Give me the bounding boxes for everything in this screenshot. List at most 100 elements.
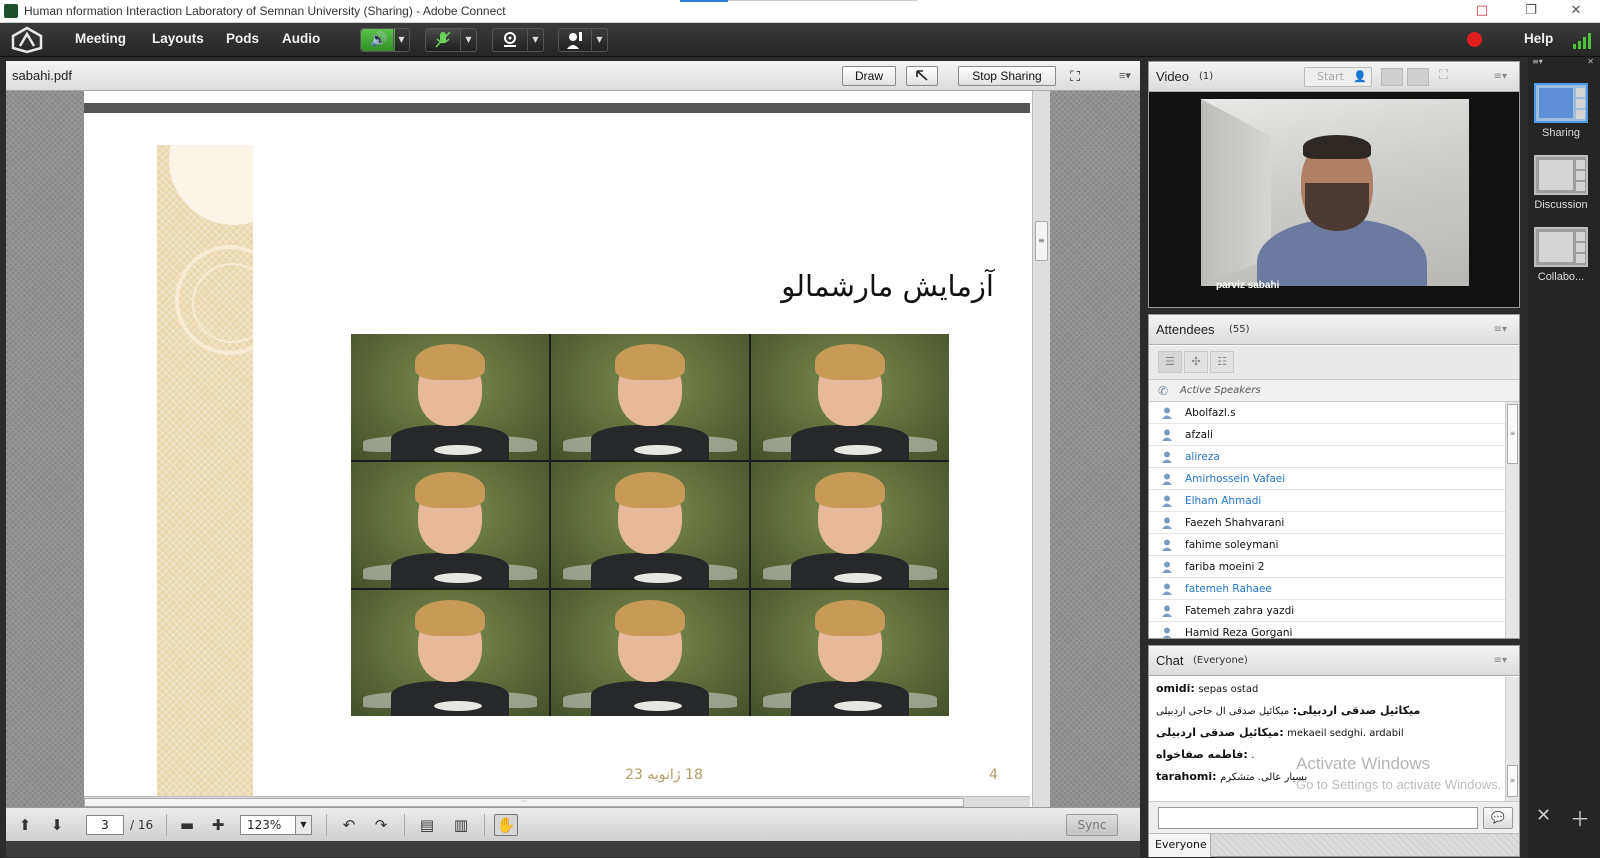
horizontal-scrollbar[interactable]: ⋯ <box>84 796 1030 807</box>
attendee-row[interactable]: Hamid Reza Gorgani <box>1149 622 1505 638</box>
attendee-user-icon <box>1162 473 1172 485</box>
chat-message-input[interactable] <box>1158 807 1478 829</box>
attendee-name: fariba moeini 2 <box>1185 561 1265 573</box>
rotate-right-icon[interactable]: ↷ <box>370 815 392 835</box>
speaker-toggle-button[interactable]: 🔊 <box>361 29 395 51</box>
chat-recipient-tab[interactable]: Everyone <box>1149 834 1211 857</box>
attendee-row[interactable]: Amirhossein Vafaei <box>1149 468 1505 490</box>
camera-dropdown-arrow-icon[interactable]: ▼ <box>527 29 543 51</box>
scrollbar-thumb[interactable]: ≡ <box>1035 221 1048 261</box>
status-view-icon[interactable]: ☷ <box>1210 351 1234 373</box>
speaker-control[interactable]: 🔊 ▼ <box>360 28 410 52</box>
pod-options-menu-icon[interactable]: ≡▾ <box>1494 71 1507 82</box>
scrollbar-thumb[interactable]: ⋯ <box>84 798 964 807</box>
page-number-input[interactable]: 3 <box>86 815 124 835</box>
delete-layout-icon[interactable]: ✕ <box>1536 805 1551 826</box>
chat-text: بسیار عالی. متشکرم <box>1220 772 1308 783</box>
zoom-in-icon[interactable]: ✚ <box>207 815 229 835</box>
decorative-circle <box>169 145 253 225</box>
chat-pod: Chat (Everyone) ≡▾ omidi: sepas ostad میک… <box>1148 645 1520 857</box>
attendee-row[interactable]: fahime soleymani <box>1149 534 1505 556</box>
speaker-dropdown-arrow-icon[interactable]: ▼ <box>393 29 409 51</box>
attendee-row[interactable]: Fatemeh zahra yazdi <box>1149 600 1505 622</box>
hand-tool-icon[interactable]: ✋ <box>494 814 518 836</box>
fit-width-icon[interactable]: ▤ <box>416 815 438 835</box>
maximize-button[interactable]: ❐ <box>1515 2 1547 20</box>
rotate-left-icon[interactable]: ↶ <box>338 815 360 835</box>
microphone-control[interactable]: ▼ <box>425 28 477 52</box>
attendee-list-scrollbar[interactable]: ≡ <box>1505 402 1519 638</box>
photo-child <box>551 590 749 716</box>
minimize-button[interactable]: □ <box>1466 2 1498 20</box>
attendee-row[interactable]: afzali <box>1149 424 1505 446</box>
stop-sharing-button[interactable]: Stop Sharing <box>958 66 1056 86</box>
attendee-user-icon <box>1162 495 1172 507</box>
attendee-row[interactable]: Elham Ahmadi <box>1149 490 1505 512</box>
chat-text: . <box>1251 750 1255 761</box>
send-message-icon[interactable]: 💬 <box>1483 807 1513 829</box>
vertical-scrollbar[interactable]: ≡ <box>1032 91 1050 807</box>
chat-compose-bar: 💬 <box>1149 801 1519 833</box>
video-pod-title: Video <box>1156 69 1190 84</box>
activate-windows-hint: Go to Settings to activate Windows. <box>1296 777 1502 792</box>
menu-meeting[interactable]: Meeting <box>75 31 126 46</box>
attendee-user-icon <box>1162 451 1172 463</box>
next-page-arrow-icon[interactable]: ⬇ <box>46 815 68 835</box>
layout-sharing[interactable]: Sharing <box>1534 83 1594 139</box>
webcam-person-icon: 👤 <box>1353 70 1368 83</box>
layouts-menu-icon[interactable]: ≡▾ <box>1532 57 1543 66</box>
microphone-toggle-button[interactable] <box>426 29 460 51</box>
pod-options-menu-icon[interactable]: ≡▾ <box>1494 655 1507 666</box>
list-view-icon[interactable]: ☰ <box>1158 351 1182 373</box>
pod-options-menu-icon[interactable]: ≡▾ <box>1114 68 1136 84</box>
menu-layouts[interactable]: Layouts <box>152 31 204 46</box>
raise-hand-button[interactable] <box>559 29 593 51</box>
chat-audience: (Everyone) <box>1193 655 1248 666</box>
sync-button[interactable]: Sync <box>1066 814 1118 836</box>
webcam-video-feed[interactable] <box>1201 99 1469 286</box>
phone-icon: ✆ <box>1158 384 1169 398</box>
start-webcam-button[interactable]: Start 👤 <box>1304 67 1372 87</box>
zoom-out-icon[interactable]: ▬ <box>176 815 198 835</box>
pod-options-menu-icon[interactable]: ≡▾ <box>1494 324 1507 335</box>
webcam-icon <box>504 32 516 47</box>
layout-collaboration[interactable]: Collabo... <box>1534 227 1594 283</box>
grid-view-icon[interactable] <box>1381 68 1403 86</box>
zoom-value: 123% <box>247 818 282 832</box>
scrollbar-thumb[interactable]: ≡ <box>1507 765 1518 797</box>
microphone-dropdown-arrow-icon[interactable]: ▼ <box>460 29 476 51</box>
add-layout-icon[interactable]: ＋ <box>1570 803 1590 832</box>
status-dropdown-arrow-icon[interactable]: ▼ <box>591 29 607 51</box>
attendee-name: fatemeh Rahaee <box>1185 583 1272 595</box>
menu-audio[interactable]: Audio <box>282 31 320 46</box>
layout-discussion[interactable]: Discussion <box>1534 155 1594 211</box>
zoom-select[interactable]: 123% ▼ <box>240 815 312 835</box>
previous-page-arrow-icon[interactable]: ⬆ <box>14 815 36 835</box>
draw-button[interactable]: Draw <box>842 66 896 86</box>
close-layouts-bar-icon[interactable]: ✕ <box>1587 57 1594 66</box>
attendee-row[interactable]: fariba moeini 2 <box>1149 556 1505 578</box>
filmstrip-view-icon[interactable] <box>1407 68 1429 86</box>
close-window-button[interactable]: ✕ <box>1560 2 1592 20</box>
attendee-row[interactable]: Abolfazl.s <box>1149 402 1505 424</box>
status-control[interactable]: ▼ <box>558 28 608 52</box>
fit-page-icon[interactable]: ▥ <box>450 815 472 835</box>
pointer-button[interactable] <box>906 66 938 86</box>
raise-hand-icon <box>567 32 582 49</box>
attendee-row[interactable]: Faezeh Shahvarani <box>1149 512 1505 534</box>
chat-scrollbar[interactable]: ≡ <box>1505 677 1519 801</box>
video-fullscreen-icon[interactable]: ⛶ <box>1439 68 1448 83</box>
menu-pods[interactable]: Pods <box>226 31 259 46</box>
attendee-row[interactable]: alireza <box>1149 446 1505 468</box>
attendee-row[interactable]: fatemeh Rahaee <box>1149 578 1505 600</box>
camera-control[interactable]: ▼ <box>492 28 544 52</box>
recording-indicator-icon[interactable] <box>1467 32 1482 47</box>
menu-help[interactable]: Help <box>1524 31 1553 46</box>
breakout-view-icon[interactable]: ✣ <box>1184 351 1208 373</box>
scrollbar-thumb[interactable]: ≡ <box>1507 404 1518 464</box>
camera-toggle-button[interactable] <box>493 29 527 51</box>
zoom-dropdown-arrow-icon[interactable]: ▼ <box>295 816 311 834</box>
fullscreen-icon[interactable]: ⛶ <box>1066 68 1084 84</box>
attendee-name: alireza <box>1185 451 1220 463</box>
photo-child <box>751 334 949 460</box>
